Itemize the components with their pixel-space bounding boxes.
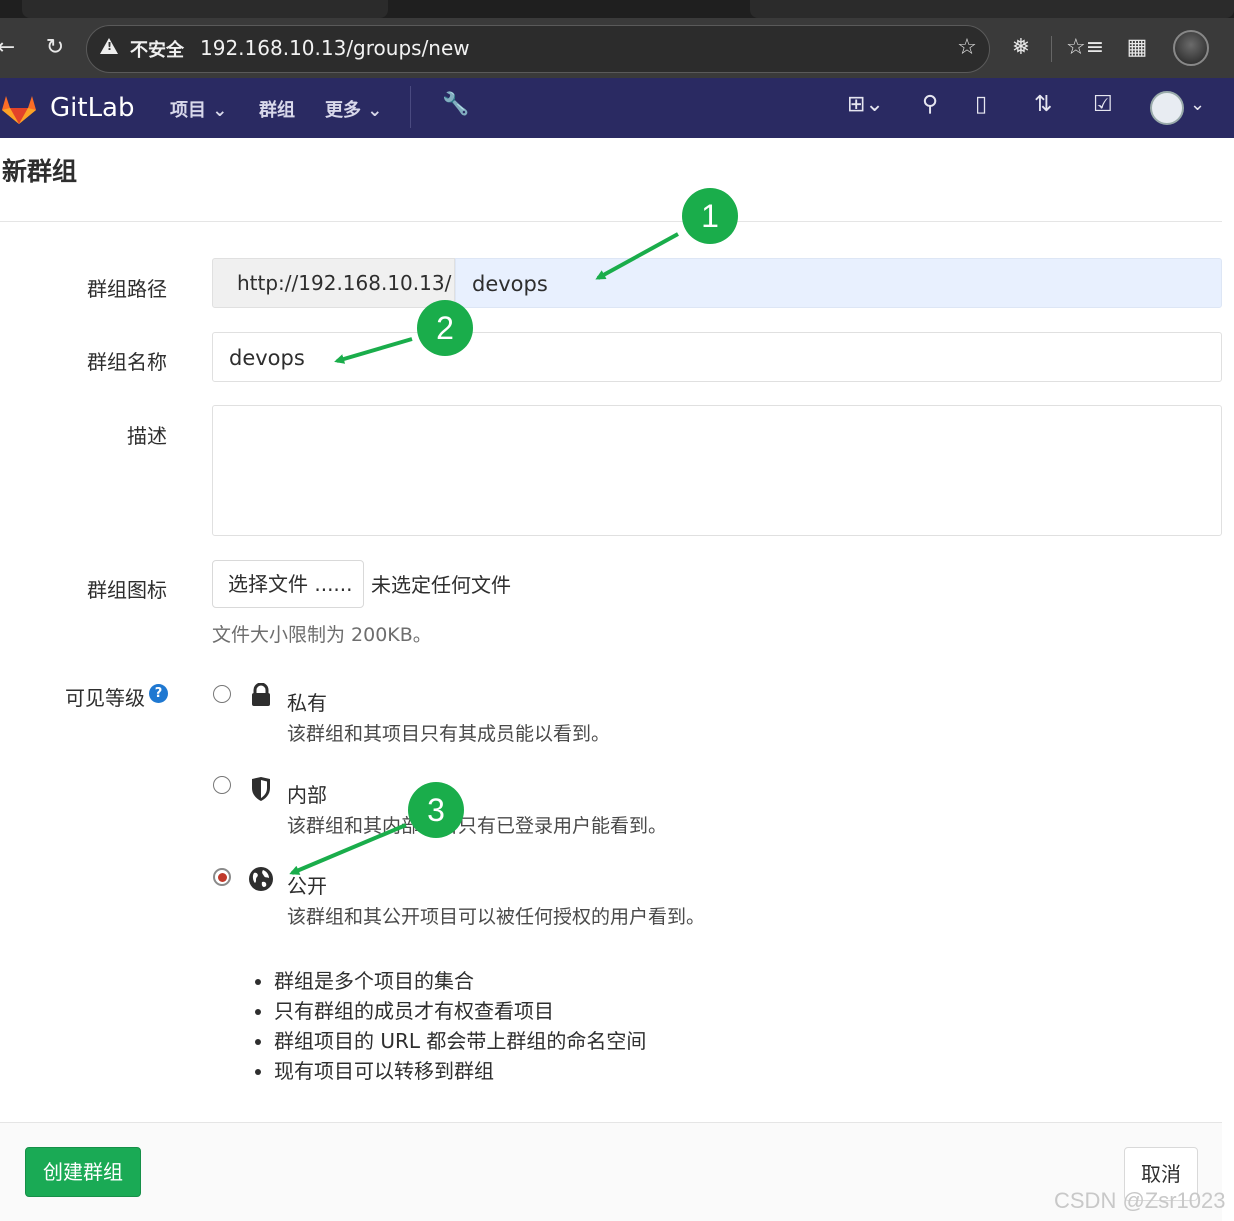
annotation-callout-1: 1	[682, 188, 738, 244]
annotation-arrow-2	[334, 337, 413, 364]
annotation-arrows	[289, 232, 679, 875]
annotation-arrow-3	[289, 823, 407, 875]
annotation-arrow-1	[595, 232, 679, 280]
annotation-callout-2: 2	[417, 300, 473, 356]
annotation-callout-3: 3	[408, 782, 464, 838]
